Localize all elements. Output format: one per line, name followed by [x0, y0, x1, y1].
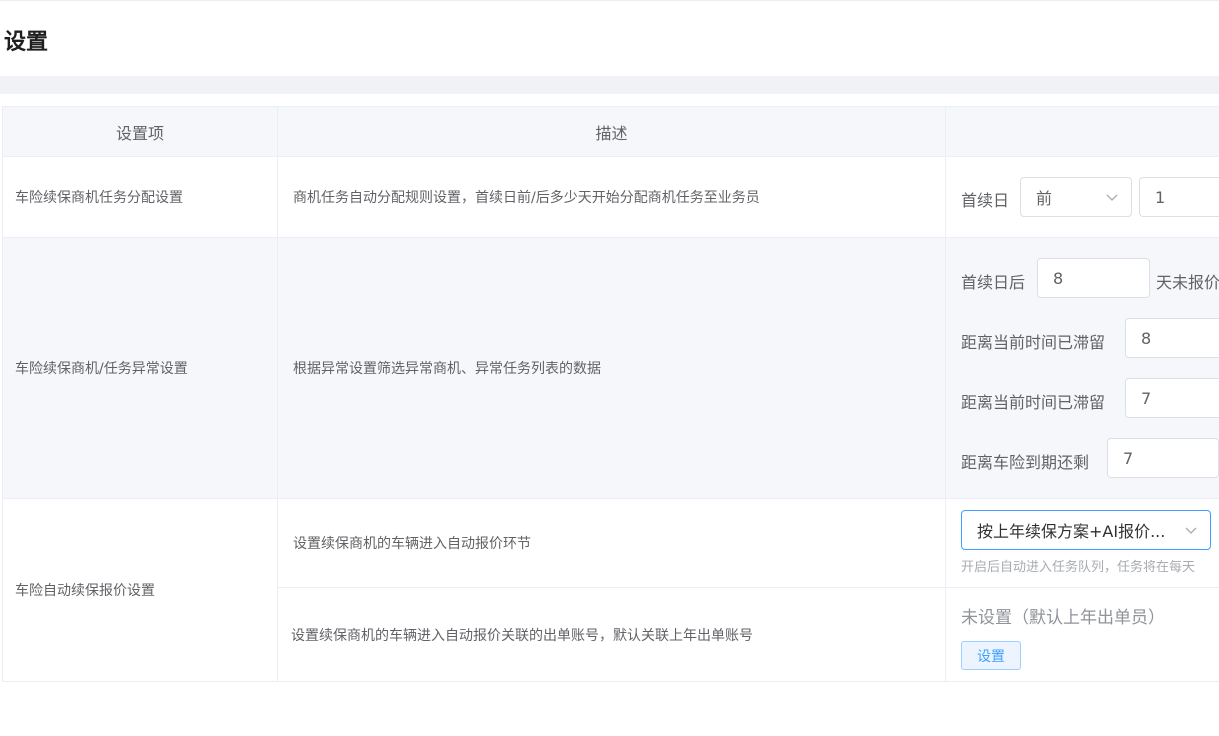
stay-label-2: 距离当前时间已滞留 — [961, 393, 1106, 412]
row-3a-description: 设置续保商机的车辆进入自动报价环节 — [278, 499, 946, 588]
set-issuer-button[interactable]: 设置 — [961, 641, 1021, 670]
settings-table: 设置项 描述 车险续保商机任务分配设置 商机任务自动分配规则设置，首续日前/后多… — [2, 106, 1219, 682]
row-3b-description: 设置续保商机的车辆进入自动报价关联的出单账号，默认关联上年出单账号 — [278, 588, 946, 682]
auto-quote-mode-select[interactable]: 按上年续保方案+AI报价... — [961, 510, 1211, 550]
row-3b-controls: 未设置（默认上年出单员） 设置 — [946, 588, 1219, 682]
section-separator — [0, 76, 1219, 94]
row-3a-controls: 按上年续保方案+AI报价... 开启后自动进入任务队列，任务将在每天 — [946, 499, 1219, 588]
chevron-down-icon — [1106, 194, 1118, 201]
chevron-down-icon — [1185, 527, 1197, 534]
issuer-account-status: 未设置（默认上年出单员） — [961, 608, 1165, 628]
days-input[interactable]: 1 — [1139, 177, 1219, 217]
unquoted-days-input[interactable]: 8 — [1037, 258, 1150, 298]
row-1-name: 车险续保商机任务分配设置 — [3, 157, 278, 238]
row-1-description: 商机任务自动分配规则设置，首续日前/后多少天开始分配商机任务至业务员 — [278, 157, 946, 238]
first-renewal-label: 首续日 — [961, 191, 1010, 210]
expiry-days-input[interactable]: 7 — [1107, 438, 1219, 478]
stay-days-input-1[interactable]: 8 — [1125, 318, 1219, 358]
after-renewal-label: 首续日后 — [961, 273, 1026, 292]
row-2-description: 根据异常设置筛选异常商机、异常任务列表的数据 — [278, 238, 946, 499]
column-header-value — [946, 107, 1219, 157]
row-3-name: 车险自动续保报价设置 — [3, 499, 278, 682]
select-value: 前 — [1036, 189, 1053, 208]
stay-days-input-2[interactable]: 7 — [1125, 378, 1219, 418]
select-value: 按上年续保方案+AI报价... — [977, 522, 1166, 541]
row-2-controls: 首续日后 8 天未报价 距离当前时间已滞留 8 距离当前时间已滞留 7 距离车险… — [946, 238, 1219, 499]
unquoted-suffix-label: 天未报价 — [1156, 273, 1219, 292]
column-header-setting: 设置项 — [3, 107, 278, 157]
expiry-remaining-label: 距离车险到期还剩 — [961, 453, 1090, 472]
row-1-controls: 首续日 前 1 — [946, 157, 1219, 238]
stay-label-1: 距离当前时间已滞留 — [961, 333, 1106, 352]
top-divider — [0, 0, 1219, 1]
page-title: 设置 — [4, 30, 49, 55]
auto-queue-hint: 开启后自动进入任务队列，任务将在每天 — [961, 560, 1196, 575]
column-header-description: 描述 — [278, 107, 946, 157]
before-after-select[interactable]: 前 — [1020, 177, 1132, 217]
row-2-name: 车险续保商机/任务异常设置 — [3, 238, 278, 499]
